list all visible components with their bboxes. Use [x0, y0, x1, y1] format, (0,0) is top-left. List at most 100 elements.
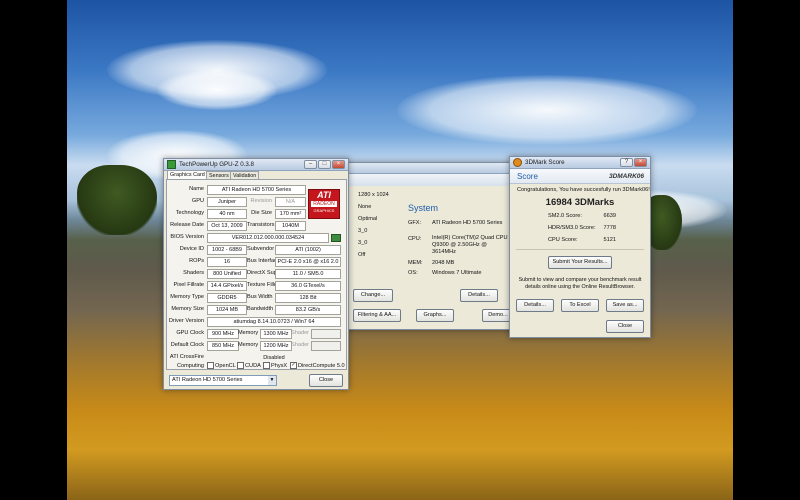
directcompute-text: DirectCompute 5.0 [298, 363, 345, 369]
default-memory-field: 1200 MHz [260, 341, 292, 351]
gpuz-window: TechPowerUp GPU-Z 0.3.8 – □ × Graphics C… [163, 158, 349, 390]
directcompute-item: ✓ DirectCompute 5.0 [290, 362, 345, 370]
3dmark-app-icon [513, 158, 522, 167]
cpu-value: Intel(R) Core(TM)2 Quad CPU Q9300 @ 2.50… [432, 235, 508, 255]
cloud [157, 70, 277, 110]
letterbox-left [0, 0, 67, 500]
shader-clock-field [311, 329, 341, 339]
score-header-bar: Score 3DMARK06 [510, 169, 650, 184]
cuda-text: CUDA [245, 363, 261, 369]
hdr-value: 7778 [603, 225, 616, 231]
texture-fillrate-field: 36.0 GTexel/s [275, 281, 341, 291]
setting-hlsl-ps: 3_0 [358, 240, 368, 246]
bus-label: Bus Interface [247, 258, 280, 264]
submit-note: Submit to view and compare your benchmar… [518, 277, 642, 290]
die-size-field: 170 mm² [275, 209, 306, 219]
3dmark-logo: 3DMARK06 [608, 173, 644, 180]
chip-icon[interactable] [331, 234, 341, 242]
memory-clock-field: 1300 MHz [260, 329, 292, 339]
release-date-label: Release Date [170, 222, 204, 228]
cloud [397, 75, 697, 145]
score-window: 3DMark Score ? × Score 3DMARK06 Congratu… [509, 156, 651, 338]
ati-radeon-logo: ATI RADEON GRAPHICS [308, 189, 340, 219]
physx-item: PhysX [263, 362, 287, 370]
physx-checkbox[interactable] [263, 362, 270, 370]
score-titlebar: 3DMark Score ? × [510, 157, 650, 169]
gfx-value: ATI Radeon HD 5700 Series [432, 220, 503, 226]
cpu-score-label: CPU Score: [548, 237, 578, 243]
minimize-button[interactable]: – [304, 160, 317, 169]
hdr-label: HDR/SM3.0 Score: [548, 225, 596, 231]
save-as-button[interactable]: Save as... [606, 299, 644, 312]
release-date-field: Oct 13, 2009 [207, 221, 247, 231]
transistors-label: Transistors [247, 222, 275, 228]
revision-label: Revision [250, 198, 272, 204]
bandwidth-label: Bandwidth [247, 306, 274, 312]
gpuz-title: TechPowerUp GPU-Z 0.3.8 [179, 161, 254, 168]
shaders-field: 800 Unified [207, 269, 247, 279]
bandwidth-field: 83.2 GB/s [275, 305, 341, 315]
graphs-button[interactable]: Graphs... [416, 309, 454, 322]
memory-size-label: Memory Size [171, 306, 204, 312]
technology-field: 40 nm [207, 209, 247, 219]
physx-text: PhysX [271, 363, 288, 369]
setting-resolution: 1280 x 1024 [358, 192, 389, 198]
score-close-x-button[interactable]: × [634, 158, 647, 167]
filtering-aa-button[interactable]: Filtering & AA... [353, 309, 401, 322]
mem-label: MEM: [408, 260, 423, 266]
close-button[interactable]: Close [309, 374, 343, 387]
memory-type-label: Memory Type [170, 294, 204, 300]
os-label: OS: [408, 270, 418, 276]
gfx-label: GFX: [408, 220, 422, 226]
cuda-item: CUDA [237, 362, 261, 370]
cpu-score-value: 5121 [603, 237, 616, 243]
device-id-field: 1002 - 68B9 [207, 245, 247, 255]
score-help-button[interactable]: ? [620, 158, 633, 167]
setting-repeat: Off [358, 252, 366, 258]
default-shader-field [311, 341, 341, 351]
maximize-button[interactable]: □ [318, 160, 331, 169]
chevron-down-icon[interactable]: ▼ [268, 376, 276, 385]
score-details-button[interactable]: Details... [516, 299, 554, 312]
opencl-checkbox[interactable] [207, 362, 214, 370]
cuda-checkbox[interactable] [237, 362, 244, 370]
gpu-select[interactable]: ATI Radeon HD 5700 Series ▼ [169, 375, 277, 386]
device-id-label: Device ID [179, 246, 204, 252]
revision-field: N/A [275, 197, 306, 207]
bus-field: PCI-E 2.0 x16 @ x16 2.0 [275, 257, 341, 267]
gpu-clock-label: GPU Clock [176, 330, 204, 336]
score-close-button[interactable]: Close [606, 320, 644, 333]
setting-filtering: Optimal [358, 216, 378, 222]
logo-line1: ATI [317, 190, 331, 200]
bios-label: BIOS Version [170, 234, 204, 240]
default-clock-field: 850 MHz [207, 341, 239, 351]
cpu-label: CPU: [408, 236, 422, 242]
sm2-value: 6639 [603, 213, 616, 219]
shaders-label: Shaders [183, 270, 204, 276]
to-excel-button[interactable]: To Excel [561, 299, 599, 312]
bus-width-field: 128 Bit [275, 293, 341, 303]
default-clock-label: Default Clock [170, 342, 204, 348]
default-memory-label: Memory [238, 342, 259, 348]
tree [77, 165, 157, 235]
memory-type-field: GDDR5 [207, 293, 247, 303]
details-button[interactable]: Details... [460, 289, 498, 302]
score-header: Score [517, 172, 538, 181]
mem-value: 2048 MB [432, 260, 455, 266]
name-label: Name [189, 186, 204, 192]
driver-label: Driver Version [168, 318, 204, 324]
setting-aa: None [358, 204, 372, 210]
total-score: 16984 3DMarks [545, 197, 615, 208]
gpu-select-value: ATI Radeon HD 5700 Series [172, 377, 243, 383]
divider [516, 249, 644, 250]
computing-label: Computing [176, 363, 204, 369]
change-button[interactable]: Change... [353, 289, 393, 302]
submit-results-button[interactable]: Submit Your Results... [548, 256, 612, 269]
close-window-button[interactable]: × [332, 160, 345, 169]
logo-line3: GRAPHICS [313, 208, 335, 213]
directcompute-checkbox[interactable]: ✓ [290, 362, 297, 370]
gpu-field: Juniper [207, 197, 247, 207]
memory-size-field: 1024 MB [207, 305, 247, 315]
default-shader-label: Shader [291, 342, 310, 348]
subvendor-field: ATI (1002) [275, 245, 341, 255]
